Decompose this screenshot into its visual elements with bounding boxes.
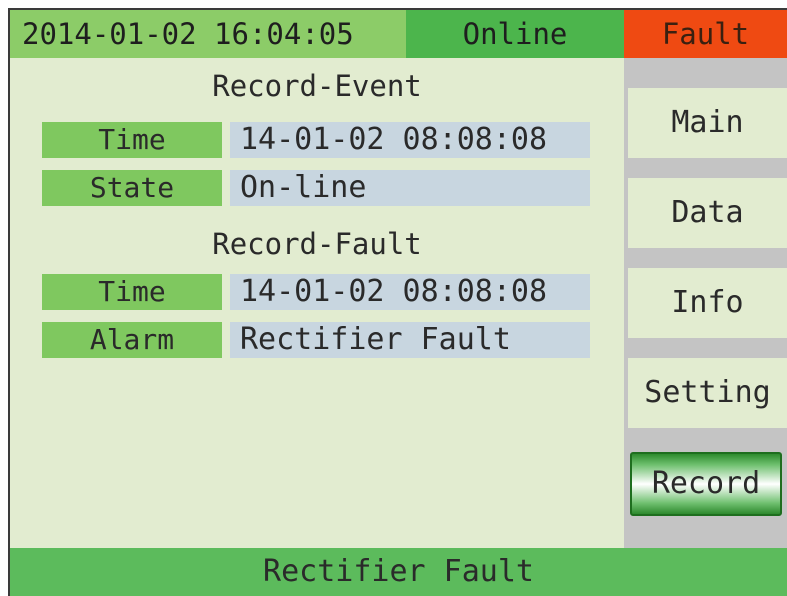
fault-time-value: 14-01-02 08:08:08 <box>230 274 590 310</box>
record-fault-title: Record-Fault <box>212 227 422 261</box>
top-status-bar: 2014-01-02 16:04:05 Online Fault <box>10 10 787 58</box>
fault-alarm-label: Alarm <box>42 322 222 358</box>
record-event-title: Record-Event <box>212 69 422 103</box>
menu-info-button[interactable]: Info <box>628 268 787 338</box>
event-time-label: Time <box>42 122 222 158</box>
event-state-value: On-line <box>230 170 590 206</box>
fault-alarm-value: Rectifier Fault <box>230 322 590 358</box>
online-status-indicator: Online <box>406 10 624 58</box>
datetime-display: 2014-01-02 16:04:05 <box>10 10 406 58</box>
menu-data-button[interactable]: Data <box>628 178 787 248</box>
hmi-screen: 2014-01-02 16:04:05 Online Fault Record-… <box>8 8 787 596</box>
navigation-menu: Main Data Info Setting Record <box>624 58 787 548</box>
alarm-message-bar: Rectifier Fault <box>10 548 787 596</box>
fault-time-label: Time <box>42 274 222 310</box>
event-time-value: 14-01-02 08:08:08 <box>230 122 590 158</box>
menu-main-button[interactable]: Main <box>628 88 787 158</box>
menu-setting-button[interactable]: Setting <box>628 358 787 428</box>
fault-indicator[interactable]: Fault <box>624 10 787 58</box>
menu-record-button[interactable]: Record <box>630 452 782 516</box>
event-state-label: State <box>42 170 222 206</box>
